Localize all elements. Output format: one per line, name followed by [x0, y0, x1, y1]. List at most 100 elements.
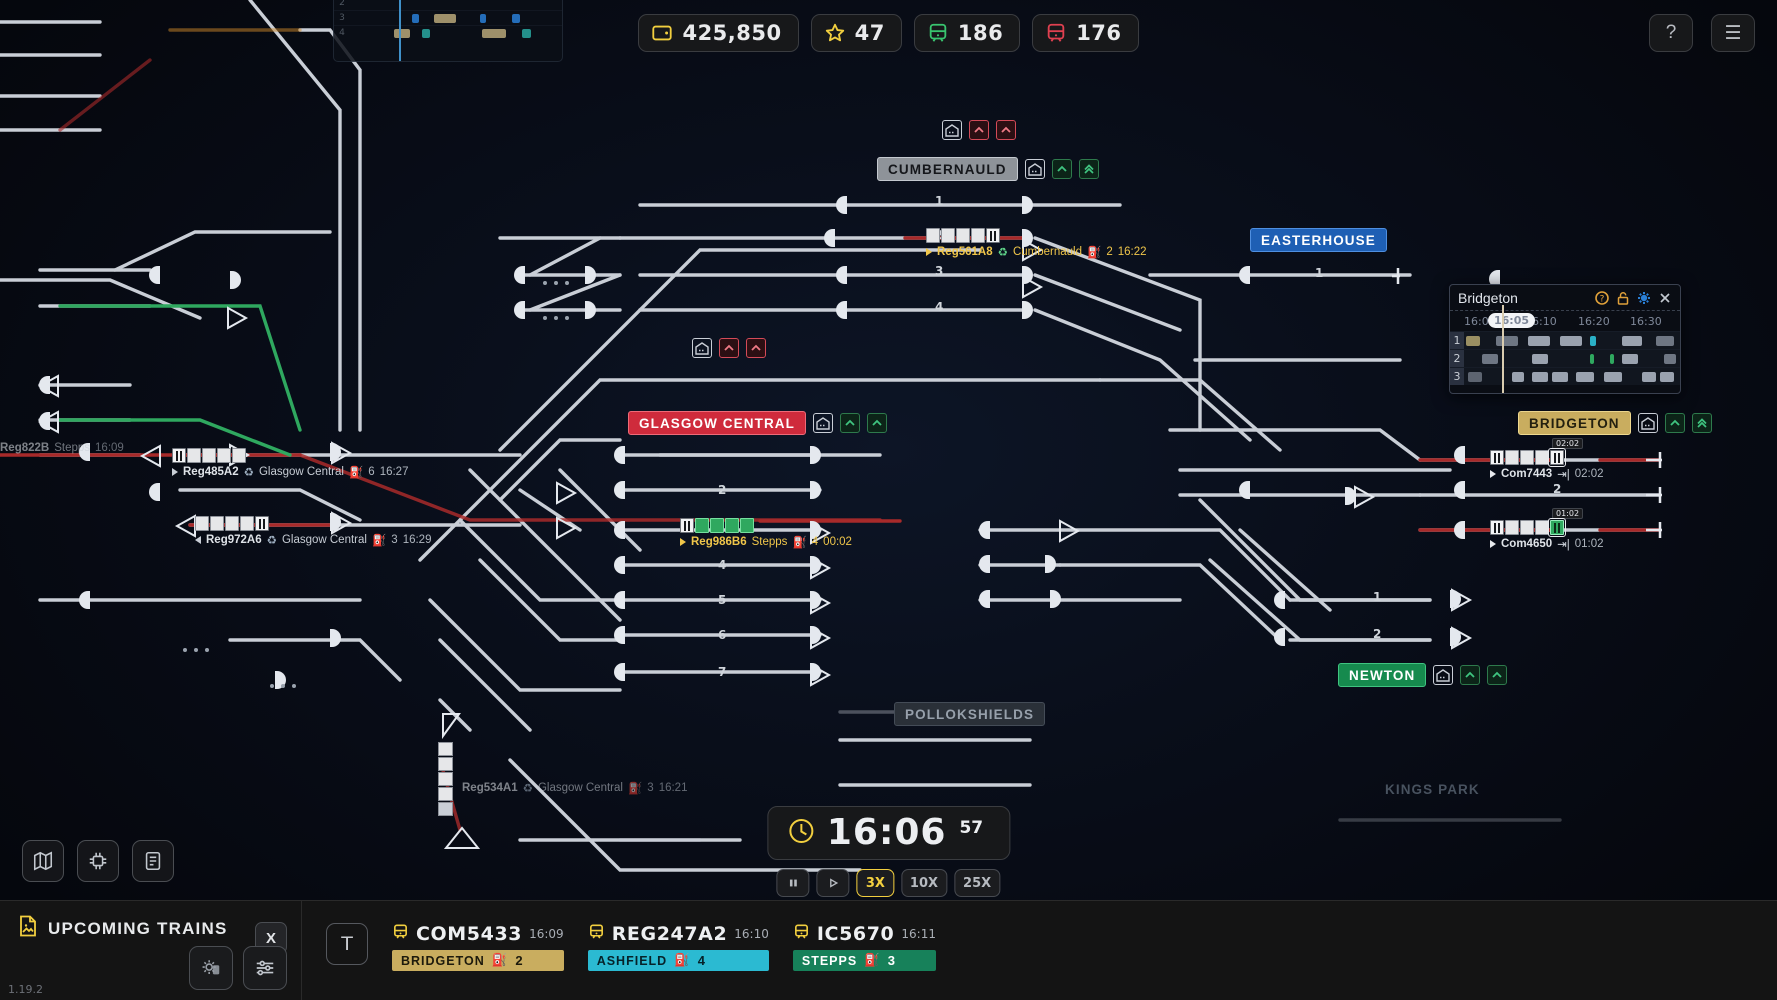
- train-reg534a1[interactable]: Reg534A1 ♻ Glasgow Central ⛽ 3 16:21: [462, 779, 687, 795]
- station-icon[interactable]: [1433, 665, 1453, 685]
- station-controls-mid[interactable]: [692, 338, 766, 358]
- train-reg534a1-consist[interactable]: [438, 742, 453, 816]
- station-plate-newton[interactable]: Newton: [1338, 663, 1507, 687]
- station-plate-easterhouse[interactable]: Easterhouse: [1250, 228, 1387, 252]
- station-plate-cumbernauld[interactable]: Cumbernauld: [877, 157, 1099, 181]
- chip-gear-icon[interactable]: [189, 946, 233, 990]
- t-shortcut-key[interactable]: T: [326, 923, 368, 965]
- close-icon[interactable]: [1658, 291, 1672, 305]
- train-reg822b[interactable]: Reg822B Stepps 16:09: [0, 440, 124, 454]
- upcoming-train-time: 16:10: [734, 927, 769, 941]
- station-icon[interactable]: [813, 413, 833, 433]
- list-icon[interactable]: [132, 840, 174, 882]
- timetable-lane[interactable]: [1464, 350, 1680, 367]
- ontime-counter[interactable]: 186: [914, 14, 1020, 52]
- clock-seconds: 57: [959, 818, 983, 838]
- timetable-lane[interactable]: [1464, 332, 1680, 349]
- train-com4650[interactable]: 01:02 Com4650 ⇥| 01:02: [1490, 520, 1604, 551]
- station-plate-glasgow-central[interactable]: Glasgow Central: [628, 411, 887, 435]
- train-destination: Glasgow Central: [538, 782, 623, 794]
- station-controls-upper[interactable]: [942, 120, 1016, 140]
- station-plate-bridgeton[interactable]: Bridgeton: [1518, 411, 1712, 435]
- upcoming-train-item[interactable]: REG247A2 16:10 ASHFIELD ⛽ 4: [588, 923, 769, 971]
- sliders-icon[interactable]: [243, 946, 287, 990]
- train-consist[interactable]: [926, 228, 1147, 243]
- stars-counter[interactable]: 47: [811, 14, 902, 52]
- train-time: 02:02: [1575, 468, 1604, 480]
- chevron-up-icon[interactable]: [996, 120, 1016, 140]
- chevron-up-icon[interactable]: [1487, 665, 1507, 685]
- station-label[interactable]: Cumbernauld: [877, 157, 1018, 181]
- chevron-up-icon[interactable]: [867, 413, 887, 433]
- timetable-row[interactable]: 1: [1450, 331, 1680, 349]
- chevron-up-icon[interactable]: [746, 338, 766, 358]
- platform-icon: ⛽: [1087, 245, 1101, 259]
- speed-10x-button[interactable]: 10X: [901, 869, 947, 897]
- upcoming-train-head: IC5670 16:11: [793, 923, 936, 945]
- station-label[interactable]: Newton: [1338, 663, 1426, 687]
- train-reg986b6[interactable]: Reg986B6 Stepps ⛽ 4 00:02: [680, 518, 852, 549]
- gear-icon[interactable]: [1637, 291, 1651, 305]
- train-consist[interactable]: [172, 448, 408, 463]
- station-icon[interactable]: [1638, 413, 1658, 433]
- train-consist[interactable]: [195, 516, 431, 531]
- station-icon[interactable]: [942, 120, 962, 140]
- help-button[interactable]: ?: [1649, 14, 1693, 52]
- chevron-up-icon[interactable]: [1665, 413, 1685, 433]
- train-countdown-badge: 02:02: [1552, 438, 1583, 449]
- chevron-up-icon[interactable]: [719, 338, 739, 358]
- station-label[interactable]: Pollokshields: [894, 702, 1045, 726]
- station-icon[interactable]: [1025, 159, 1045, 179]
- train-reg485a2[interactable]: Reg485A2 ♻ Glasgow Central ⛽ 6 16:27: [172, 448, 408, 479]
- station-icon[interactable]: [692, 338, 712, 358]
- timetable-playhead[interactable]: [1502, 305, 1504, 393]
- upcoming-train-destination[interactable]: BRIDGETON ⛽ 2: [392, 950, 564, 971]
- train-consist[interactable]: [1490, 450, 1604, 465]
- station-plate-pollokshields[interactable]: Pollokshields: [894, 702, 1045, 726]
- chevron-up-icon[interactable]: [1052, 159, 1072, 179]
- timetable-titlebar[interactable]: Bridgeton ?: [1450, 285, 1680, 311]
- chevron-up-icon[interactable]: [840, 413, 860, 433]
- map-icon[interactable]: [22, 840, 64, 882]
- game-clock[interactable]: 16:06 57: [767, 806, 1010, 860]
- station-label[interactable]: Glasgow Central: [628, 411, 806, 435]
- timetable-row[interactable]: 3: [1450, 367, 1680, 385]
- timetable-window-bridgeton[interactable]: Bridgeton ? 16:00 16:10 16:20 16:30 16:0…: [1449, 284, 1681, 394]
- timetable-row[interactable]: 2: [1450, 349, 1680, 367]
- upcoming-train-item[interactable]: COM5433 16:09 BRIDGETON ⛽ 2: [392, 923, 564, 971]
- arrive-icon: ⇥|: [1557, 467, 1570, 481]
- train-consist[interactable]: [1490, 520, 1604, 535]
- station-label[interactable]: Easterhouse: [1250, 228, 1387, 252]
- station-label[interactable]: Bridgeton: [1518, 411, 1631, 435]
- train-com7443[interactable]: 02:02 Com7443 ⇥| 02:02: [1490, 450, 1604, 481]
- play-button[interactable]: [817, 869, 850, 897]
- upcoming-train-item[interactable]: IC5670 16:11 STEPPS ⛽ 3: [793, 923, 936, 971]
- mini-timeline-row[interactable]: 2: [334, 0, 562, 10]
- upcoming-train-destination[interactable]: STEPPS ⛽ 3: [793, 950, 936, 971]
- speed-25x-button[interactable]: 25X: [954, 869, 1000, 897]
- upcoming-train-time: 16:09: [529, 927, 564, 941]
- chevron-up-icon[interactable]: [969, 120, 989, 140]
- train-consist[interactable]: [680, 518, 852, 533]
- signal-chip-icon[interactable]: [77, 840, 119, 882]
- upcoming-train-destination[interactable]: ASHFIELD ⛽ 4: [588, 950, 769, 971]
- train-platform: 6: [368, 466, 374, 478]
- upcoming-trains-header: UPCOMING TRAINS X 1.19.2: [0, 901, 302, 1000]
- menu-button[interactable]: ☰: [1711, 14, 1755, 52]
- chevron-up-icon[interactable]: [1460, 665, 1480, 685]
- chevrons-up-icon[interactable]: [1692, 413, 1712, 433]
- help-icon[interactable]: ?: [1595, 291, 1609, 305]
- train-label: Com4650 ⇥| 01:02: [1490, 537, 1604, 551]
- station-label[interactable]: Kings Park: [1374, 777, 1491, 801]
- timetable-lane[interactable]: [1464, 368, 1680, 385]
- train-reg561a8[interactable]: Reg561A8 ♻ Cumbernauld ⛽ 2 16:22: [926, 228, 1147, 259]
- money-counter[interactable]: 425,850: [638, 14, 798, 52]
- chevrons-up-icon[interactable]: [1079, 159, 1099, 179]
- pause-button[interactable]: [777, 869, 810, 897]
- upcoming-train-code: REG247A2: [612, 923, 728, 945]
- speed-3x-button[interactable]: 3X: [857, 869, 894, 897]
- lock-icon[interactable]: [1616, 291, 1630, 305]
- late-counter[interactable]: 176: [1032, 14, 1138, 52]
- train-reg972a6[interactable]: Reg972A6 ♻ Glasgow Central ⛽ 3 16:29: [195, 516, 431, 547]
- station-plate-kings-park[interactable]: Kings Park: [1374, 777, 1491, 801]
